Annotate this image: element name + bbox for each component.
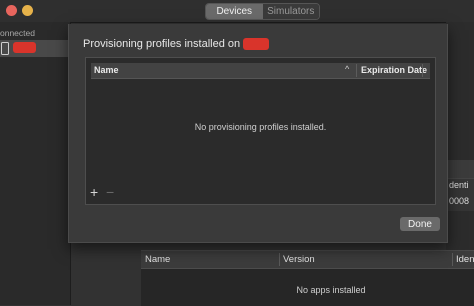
sort-ascending-icon: ^ (345, 64, 350, 74)
profiles-table-header: Name ^ Expiration Date (91, 63, 430, 79)
tab-simulators[interactable]: Simulators (262, 4, 319, 19)
profiles-empty-message: No provisioning profiles installed. (194, 122, 327, 132)
identifier-value: 0008 (449, 196, 470, 206)
sidebar-item-device[interactable]: mikel (0, 40, 70, 57)
device-sidebar: onnected mikel (0, 22, 71, 305)
device-name-redacted: mikel (13, 42, 37, 53)
identifier-label: denti (449, 180, 469, 190)
iphone-icon (1, 42, 9, 55)
sheet-title-text: Provisioning profiles installed on (83, 38, 241, 50)
done-button[interactable]: Done (400, 217, 440, 231)
installed-apps-table: Name Version Iden No apps installed (141, 250, 474, 306)
apps-col-name[interactable]: Name (145, 254, 170, 265)
window-titlebar: Devices Simulators (0, 0, 474, 23)
sheet-title: Provisioning profiles installed on mikel (83, 38, 269, 50)
provisioning-profiles-sheet: Provisioning profiles installed on mikel… (68, 24, 448, 243)
close-window-button[interactable] (6, 5, 17, 16)
column-divider (356, 64, 357, 77)
apps-table-header: Name Version Iden (141, 251, 474, 269)
apps-empty-message: No apps installed (296, 285, 366, 295)
remove-profile-button[interactable]: − (106, 184, 114, 200)
devices-simulators-segmented-control: Devices Simulators (205, 3, 320, 20)
apps-col-version[interactable]: Version (283, 254, 315, 265)
add-profile-button[interactable]: + (90, 184, 98, 200)
tab-devices[interactable]: Devices (206, 4, 263, 19)
profiles-table: Name ^ Expiration Date No provisioning p… (85, 57, 436, 205)
apps-col-identifier[interactable]: Iden (456, 254, 474, 265)
profiles-col-name[interactable]: Name (94, 65, 119, 75)
device-detail-band-edge (446, 160, 474, 178)
profiles-col-expiration-date[interactable]: Expiration Date (361, 65, 427, 75)
column-divider (452, 253, 453, 266)
sheet-title-device-redacted: mikel (243, 38, 269, 50)
column-divider (279, 253, 280, 266)
column-divider (422, 64, 423, 77)
minimize-window-button[interactable] (22, 5, 33, 16)
profiles-table-footer: + − (86, 184, 435, 204)
sidebar-section-header: onnected (0, 28, 35, 38)
